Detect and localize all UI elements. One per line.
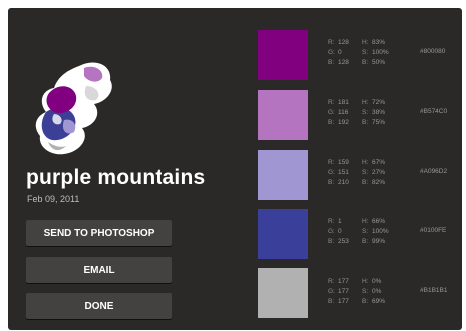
color-values: R: 159 H: 67% G: 151 S: 27% B: 210 B: 82%	[328, 159, 386, 186]
email-button[interactable]: EMAIL	[26, 257, 172, 283]
artwork-date: Feb 09, 2011	[27, 194, 80, 204]
color-hex: #0100FE	[420, 227, 447, 234]
color-hex: #800080	[420, 48, 446, 55]
color-swatch[interactable]	[258, 90, 308, 140]
send-to-photoshop-button[interactable]: SEND TO PHOTOSHOP	[26, 220, 172, 246]
color-swatch[interactable]	[258, 209, 308, 259]
artwork-title: purple mountains	[26, 166, 206, 189]
artwork-thumbnail	[35, 62, 112, 155]
color-values: R: 177 H: 0% G: 177 S: 0% B: 177 B: 69%	[328, 278, 386, 305]
done-button[interactable]: DONE	[26, 293, 172, 319]
color-swatch[interactable]	[258, 150, 308, 200]
color-hex: #B1B1B1	[420, 287, 448, 294]
color-hex: #A096D2	[420, 168, 448, 175]
color-hex: #B574C0	[420, 108, 448, 115]
color-swatch[interactable]	[258, 268, 308, 318]
color-swatch[interactable]	[258, 30, 308, 80]
color-theme-panel: purple mountains Feb 09, 2011 SEND TO PH…	[8, 8, 462, 330]
color-values: R: 128 H: 83% G: 0 S: 100% B: 128 B: 50%	[328, 39, 389, 66]
color-values: R: 1 H: 66% G: 0 S: 100% B: 253 B: 99%	[328, 218, 389, 245]
color-values: R: 181 H: 72% G: 116 S: 38% B: 192 B: 75%	[328, 99, 386, 126]
